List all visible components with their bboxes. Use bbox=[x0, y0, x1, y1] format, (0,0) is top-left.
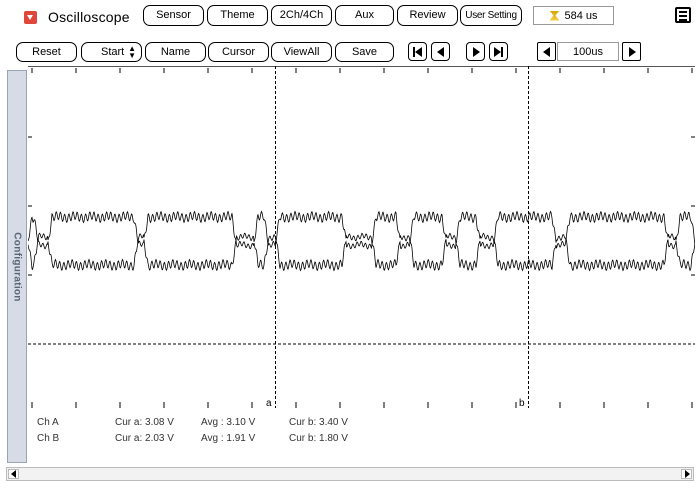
scroll-left-button[interactable] bbox=[8, 469, 19, 479]
step-back-button[interactable] bbox=[431, 42, 450, 61]
timebase-decrease-button[interactable] bbox=[537, 42, 556, 61]
cursor-b-label[interactable]: b bbox=[519, 398, 525, 409]
scroll-right-button[interactable] bbox=[681, 469, 692, 479]
average-value: Avg : 3.10 V bbox=[201, 417, 256, 428]
tab-2ch-4ch[interactable]: 2Ch/4Ch bbox=[271, 5, 332, 26]
tab-theme[interactable]: Theme bbox=[207, 5, 268, 26]
step-forward-icon bbox=[473, 47, 480, 57]
step-forward-button[interactable] bbox=[466, 42, 485, 61]
cursor-button[interactable]: Cursor bbox=[208, 42, 269, 62]
timebase-decrease-icon bbox=[543, 47, 550, 57]
time-display: 584 us bbox=[533, 6, 614, 25]
scroll-left-icon bbox=[11, 470, 16, 478]
cursor-b-value: Cur b: 1.80 V bbox=[289, 433, 348, 444]
timebase-field[interactable]: 100us bbox=[557, 42, 619, 61]
viewall-button[interactable]: ViewAll bbox=[271, 42, 332, 62]
skip-last-button[interactable] bbox=[489, 42, 508, 61]
cursor-a-value: Cur a: 3.08 V bbox=[115, 417, 174, 428]
average-value: Avg : 1.91 V bbox=[201, 433, 256, 444]
channel-label: Ch B bbox=[37, 433, 60, 444]
waveform-trace-ch-a bbox=[28, 210, 695, 245]
timebase-increase-icon bbox=[629, 47, 636, 57]
readout-row-ch-b: Ch B Cur a: 2.03 V Avg : 1.91 V Cur b: 1… bbox=[37, 433, 457, 449]
app-menu-icon[interactable] bbox=[675, 7, 691, 23]
tab-review[interactable]: Review bbox=[397, 5, 458, 26]
start-button[interactable]: Start ▲ ▼ bbox=[81, 42, 142, 62]
measurement-readout: Ch A Cur a: 3.08 V Avg : 3.10 V Cur b: 3… bbox=[37, 417, 457, 449]
menu-dropdown-icon[interactable] bbox=[24, 11, 37, 24]
name-button[interactable]: Name bbox=[145, 42, 206, 62]
top-ticks bbox=[31, 68, 693, 73]
skip-first-icon bbox=[415, 47, 422, 57]
waveform-plot[interactable]: a b bbox=[28, 66, 695, 464]
horizontal-scrollbar[interactable] bbox=[6, 467, 694, 481]
timebase-increase-button[interactable] bbox=[622, 42, 641, 61]
tab-sensor[interactable]: Sensor bbox=[143, 5, 204, 26]
waveform-trace-ch-b bbox=[28, 238, 695, 272]
skip-first-button[interactable] bbox=[408, 42, 427, 61]
tab-user-setting[interactable]: User Setting bbox=[460, 5, 522, 26]
step-back-icon bbox=[437, 47, 444, 57]
channel-label: Ch A bbox=[37, 417, 59, 428]
scroll-right-icon bbox=[685, 470, 690, 478]
skip-last-icon bbox=[494, 47, 501, 57]
save-button[interactable]: Save bbox=[335, 42, 394, 62]
start-button-label: Start bbox=[101, 45, 125, 58]
up-down-arrows-icon: ▲ ▼ bbox=[128, 44, 136, 60]
cursor-a-value: Cur a: 2.03 V bbox=[115, 433, 174, 444]
bottom-ticks bbox=[31, 402, 693, 408]
readout-row-ch-a: Ch A Cur a: 3.08 V Avg : 3.10 V Cur b: 3… bbox=[37, 417, 457, 433]
app-title: Oscilloscope bbox=[48, 9, 130, 25]
reset-button[interactable]: Reset bbox=[16, 42, 77, 62]
tab-aux[interactable]: Aux bbox=[335, 5, 394, 26]
cursor-b-value: Cur b: 3.40 V bbox=[289, 417, 348, 428]
cursor-a-label[interactable]: a bbox=[266, 398, 272, 409]
time-display-value: 584 us bbox=[564, 9, 598, 22]
configuration-label: Configuration bbox=[11, 231, 23, 302]
configuration-sidebar[interactable]: Configuration bbox=[7, 70, 27, 463]
grid bbox=[28, 66, 695, 408]
skip-last-bar-icon bbox=[501, 47, 503, 57]
hourglass-icon bbox=[549, 10, 560, 21]
